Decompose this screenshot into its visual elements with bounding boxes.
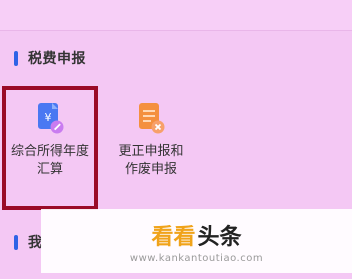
tile-correct-cancel-declaration[interactable]: 更正申报和 作废申报 <box>101 95 201 195</box>
watermark-brand: 看看 头条 <box>151 219 241 251</box>
tax-document-cancel-icon <box>139 103 165 134</box>
section-title: 税费申报 <box>28 51 86 67</box>
tax-document-edit-icon: ¥ <box>38 103 64 134</box>
tile-label: 更正申报和 作废申报 <box>118 143 183 179</box>
section-accent-bar <box>14 234 18 250</box>
watermark-brand-part1: 看看 <box>151 224 196 250</box>
watermark-url: www.kankantoutiao.com <box>129 252 264 264</box>
bottom-section-title: 我 <box>28 235 42 251</box>
watermark-brand-part2: 头条 <box>197 224 242 250</box>
svg-text:¥: ¥ <box>45 111 52 124</box>
tile-label-line: 汇算 <box>36 162 63 177</box>
tile-label: 综合所得年度 汇算 <box>11 143 89 179</box>
tile-annual-comprehensive-income[interactable]: ¥ 综合所得年度 汇算 <box>0 95 100 195</box>
tile-label-line: 作废申报 <box>124 162 177 177</box>
section-accent-bar <box>14 50 18 66</box>
top-strip <box>0 0 352 31</box>
tile-label-line: 综合所得年度 <box>10 144 89 159</box>
bottom-section-header: 我 <box>14 232 42 252</box>
tile-label-line: 更正申报和 <box>118 144 184 159</box>
watermark-overlay: 看看 头条 www.kankantoutiao.com <box>41 209 352 273</box>
section-header: 税费申报 <box>14 47 86 69</box>
